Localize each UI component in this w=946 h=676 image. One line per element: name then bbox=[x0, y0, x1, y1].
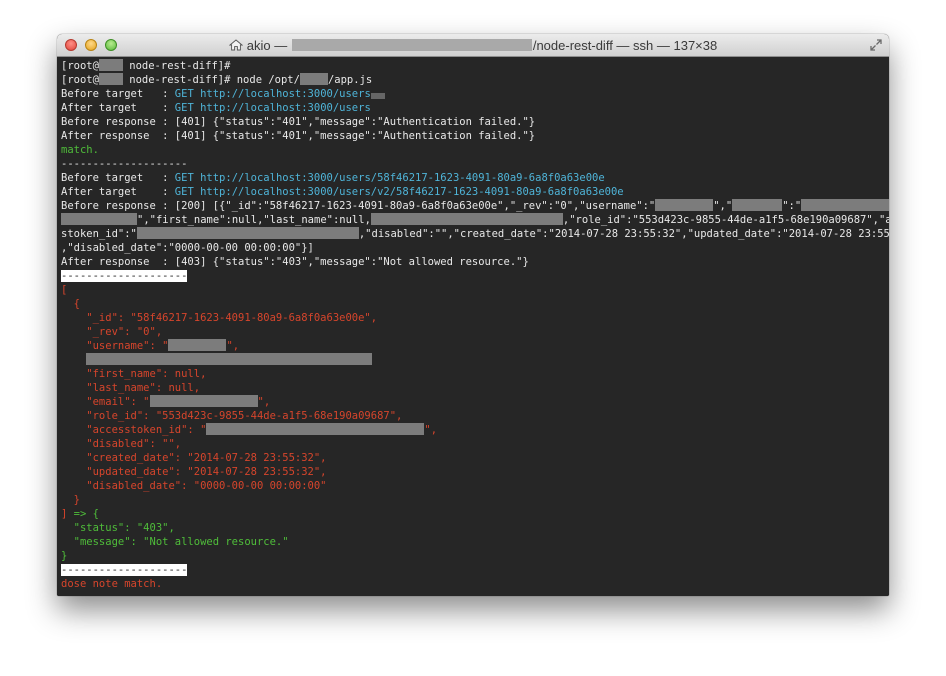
json-line: "username": " ", bbox=[61, 339, 889, 353]
json-line: "last_name": null, bbox=[61, 382, 201, 394]
json-text: "username": " bbox=[61, 340, 169, 352]
response-text: ,"disabled":"","created_date":"2014-07-2… bbox=[358, 228, 889, 240]
terminal-line: After target : GET http://localhost:3000… bbox=[61, 101, 889, 115]
response-text: ","first_name":null,"last_name":null, bbox=[137, 214, 371, 226]
json-line: "disabled": "", bbox=[61, 438, 182, 450]
json-text: ", bbox=[257, 396, 271, 408]
redacted-text bbox=[732, 199, 783, 211]
line-label: Before target : bbox=[61, 88, 175, 100]
json-text: "email": " bbox=[61, 396, 150, 408]
line-label: Before target : bbox=[61, 172, 175, 184]
json-line: } bbox=[61, 494, 80, 506]
separator-text: -------------------- bbox=[61, 564, 188, 576]
redacted-text bbox=[206, 423, 425, 435]
redacted-text bbox=[149, 395, 258, 407]
redacted-text bbox=[655, 199, 714, 211]
redacted-path bbox=[299, 73, 328, 85]
redacted-path bbox=[291, 39, 532, 51]
terminal-line: stoken_id":" ,"disabled":"","created_date… bbox=[61, 227, 889, 241]
terminal-line: Before response : [200] [{"_id":"58f4621… bbox=[61, 199, 889, 213]
json-text: ", bbox=[424, 424, 438, 436]
request-url: GET http://localhost:3000/users bbox=[174, 88, 371, 100]
terminal-line: Before target : GET http://localhost:300… bbox=[61, 171, 889, 185]
json-line: ] => { bbox=[61, 507, 889, 521]
redacted-host bbox=[98, 59, 123, 71]
terminal-line: [root@ node-rest-diff]# node /opt/ /app.j… bbox=[61, 73, 889, 87]
json-line: "role_id": "553d423c-9855-44de-a1f5-68e1… bbox=[61, 410, 403, 422]
command-text: /app.js bbox=[327, 74, 373, 86]
json-line: "_rev": "0", bbox=[61, 326, 163, 338]
json-line: "message": "Not allowed resource." bbox=[61, 536, 289, 548]
separator-line: -------------------- bbox=[61, 269, 889, 283]
command-text: node-rest-diff]# node /opt/ bbox=[122, 74, 300, 86]
terminal-line: After target : GET http://localhost:3000… bbox=[61, 185, 889, 199]
json-text: => { bbox=[67, 508, 99, 520]
response-text: Before response : [200] [{"_id":"58f4621… bbox=[61, 200, 656, 212]
response-text: ,"role_id":"553d423c-9855-44de-a1f5-68e1… bbox=[562, 214, 889, 226]
json-line: "updated_date": "2014-07-28 23:55:32", bbox=[61, 466, 327, 478]
json-line: "created_date": "2014-07-28 23:55:32", bbox=[61, 452, 327, 464]
json-line: } bbox=[61, 550, 68, 562]
json-line: { bbox=[61, 298, 80, 310]
separator-line: -------------------- bbox=[61, 563, 889, 577]
terminal-line: After response : [401] {"status":"401","… bbox=[61, 130, 536, 142]
request-url: GET http://localhost:3000/users/v2/58f46… bbox=[174, 186, 624, 198]
line-label: After target : bbox=[61, 102, 175, 114]
terminal-line: [root@ node-rest-diff]# bbox=[61, 59, 889, 73]
redacted-text bbox=[370, 93, 385, 99]
request-url: GET http://localhost:3000/users/58f46217… bbox=[174, 172, 605, 184]
prompt-text: node-rest-diff]# bbox=[122, 60, 231, 72]
redacted-text bbox=[370, 213, 563, 225]
json-line: "accesstoken_id": " ", bbox=[61, 423, 889, 437]
mismatch-status: dose note match. bbox=[61, 578, 163, 590]
json-text: "accesstoken_id": " bbox=[61, 424, 207, 436]
response-text: "," bbox=[713, 200, 733, 212]
fullscreen-icon[interactable] bbox=[869, 38, 883, 52]
terminal-line: After response : [403] {"status":"403","… bbox=[61, 256, 529, 268]
separator-text: -------------------- bbox=[61, 270, 188, 282]
redacted-text bbox=[801, 199, 889, 211]
json-line: "_id": "58f46217-1623-4091-80a9-6a8f0a63… bbox=[61, 312, 378, 324]
separator-line: -------------------- bbox=[61, 158, 188, 170]
title-suffix: /node-rest-diff — ssh — 137×38 bbox=[532, 38, 718, 53]
prompt-text: [root@ bbox=[61, 74, 99, 86]
title-bar[interactable]: akio — /node-rest-diff — ssh — 137×38 bbox=[57, 34, 889, 57]
window-title: akio — /node-rest-diff — ssh — 137×38 bbox=[57, 38, 889, 53]
json-line: "disabled_date": "0000-00-00 00:00:00" bbox=[61, 480, 327, 492]
json-line: "first_name": null, bbox=[61, 368, 207, 380]
json-line bbox=[61, 353, 889, 367]
json-line: "status": "403", bbox=[61, 522, 175, 534]
redacted-text bbox=[86, 353, 373, 365]
request-url: GET http://localhost:3000/users bbox=[174, 102, 371, 114]
prompt-text: [root@ bbox=[61, 60, 99, 72]
terminal-output[interactable]: [root@ node-rest-diff]# [root@ node-rest… bbox=[57, 57, 889, 596]
json-line: "email": " ", bbox=[61, 395, 889, 409]
redacted-text bbox=[168, 339, 227, 351]
response-text: stoken_id":" bbox=[61, 228, 137, 240]
title-user: akio — bbox=[246, 38, 291, 53]
redacted-host bbox=[98, 73, 123, 85]
terminal-line: ,"disabled_date":"0000-00-00 00:00:00"}] bbox=[61, 242, 314, 254]
redacted-text bbox=[136, 227, 359, 239]
home-icon bbox=[228, 39, 243, 51]
terminal-line: ","first_name":null,"last_name":null, ,"r… bbox=[61, 213, 889, 227]
json-text: ", bbox=[226, 340, 240, 352]
terminal-window: akio — /node-rest-diff — ssh — 137×38 [r… bbox=[57, 34, 889, 596]
response-text: ":" bbox=[782, 200, 802, 212]
match-status: match. bbox=[61, 144, 99, 156]
terminal-line: Before response : [401] {"status":"401",… bbox=[61, 116, 536, 128]
redacted-text bbox=[61, 213, 137, 225]
terminal-line: Before target : GET http://localhost:300… bbox=[61, 87, 889, 101]
line-label: After target : bbox=[61, 186, 175, 198]
json-line: [ bbox=[61, 284, 68, 296]
